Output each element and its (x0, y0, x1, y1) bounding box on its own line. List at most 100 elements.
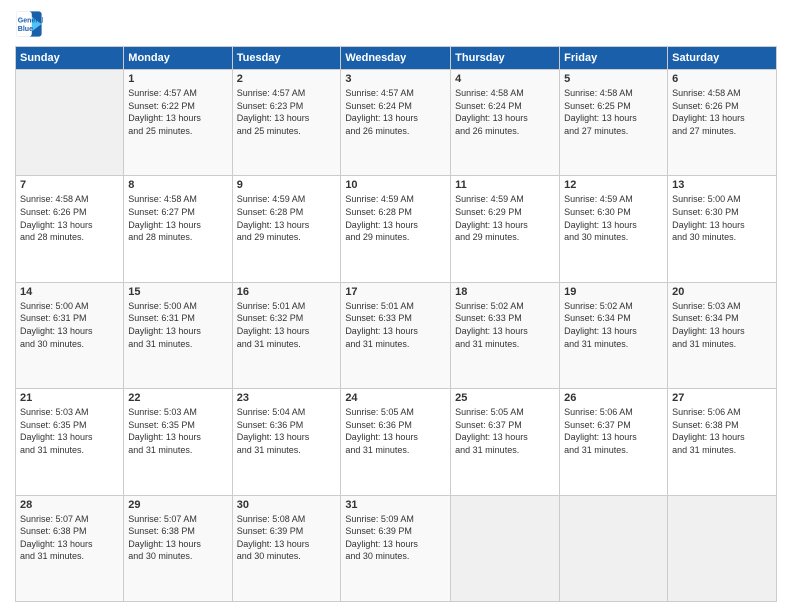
calendar-week-2: 7Sunrise: 4:58 AM Sunset: 6:26 PM Daylig… (16, 176, 777, 282)
col-header-sunday: Sunday (16, 47, 124, 70)
day-info: Sunrise: 4:57 AM Sunset: 6:24 PM Dayligh… (345, 87, 446, 137)
calendar-cell: 5 Sunrise: 4:58 AM Sunset: 6:25 PM Daylig… (560, 70, 668, 176)
day-number: 23 (237, 392, 337, 404)
calendar-cell (451, 495, 560, 601)
day-number: 28 (20, 499, 119, 511)
col-header-thursday: Thursday (451, 47, 560, 70)
calendar-header-row: SundayMondayTuesdayWednesdayThursdayFrid… (16, 47, 777, 70)
day-number: 7 (20, 179, 119, 191)
day-number: 27 (672, 392, 772, 404)
calendar-cell: 20Sunrise: 5:03 AM Sunset: 6:34 PM Dayli… (668, 282, 777, 388)
calendar-cell: 28 Sunrise: 5:07 AM Sunset: 6:38 PM Dayli… (16, 495, 124, 601)
col-header-monday: Monday (124, 47, 232, 70)
page: General Blue SundayMondayTuesdayWednesda… (0, 0, 792, 612)
day-number: 8 (128, 179, 227, 191)
day-number: 16 (237, 286, 337, 298)
calendar-cell (668, 495, 777, 601)
day-info: Sunrise: 4:58 AM Sunset: 6:27 PM Dayligh… (128, 193, 227, 243)
day-number: 15 (128, 286, 227, 298)
svg-text:General: General (18, 18, 43, 25)
calendar-cell: 10Sunrise: 4:59 AM Sunset: 6:28 PM Dayli… (341, 176, 451, 282)
calendar-cell: 12Sunrise: 4:59 AM Sunset: 6:30 PM Dayli… (560, 176, 668, 282)
day-info: Sunrise: 4:57 AM Sunset: 6:22 PM Dayligh… (128, 87, 227, 137)
day-number: 4 (455, 73, 555, 85)
day-number: 30 (237, 499, 337, 511)
calendar-cell: 15 Sunrise: 5:00 AM Sunset: 6:31 PM Dayli… (124, 282, 232, 388)
day-info: Sunrise: 5:00 AM Sunset: 6:31 PM Dayligh… (20, 300, 119, 350)
calendar-week-4: 21 Sunrise: 5:03 AM Sunset: 6:35 PM Dayli… (16, 389, 777, 495)
calendar-cell: 21 Sunrise: 5:03 AM Sunset: 6:35 PM Dayli… (16, 389, 124, 495)
day-info: Sunrise: 4:58 AM Sunset: 6:25 PM Dayligh… (564, 87, 663, 137)
day-number: 6 (672, 73, 772, 85)
calendar-cell: 7Sunrise: 4:58 AM Sunset: 6:26 PM Daylig… (16, 176, 124, 282)
day-info: Sunrise: 5:03 AM Sunset: 6:34 PM Dayligh… (672, 300, 772, 350)
day-info: Sunrise: 5:02 AM Sunset: 6:34 PM Dayligh… (564, 300, 663, 350)
calendar-cell: 4 Sunrise: 4:58 AM Sunset: 6:24 PM Daylig… (451, 70, 560, 176)
calendar-cell: 30 Sunrise: 5:08 AM Sunset: 6:39 PM Dayli… (232, 495, 341, 601)
day-number: 10 (345, 179, 446, 191)
calendar-cell (16, 70, 124, 176)
day-info: Sunrise: 5:06 AM Sunset: 6:37 PM Dayligh… (564, 406, 663, 456)
header: General Blue (15, 10, 777, 38)
day-info: Sunrise: 4:59 AM Sunset: 6:28 PM Dayligh… (237, 193, 337, 243)
day-info: Sunrise: 4:58 AM Sunset: 6:26 PM Dayligh… (672, 87, 772, 137)
logo: General Blue (15, 10, 47, 38)
calendar-cell: 1 Sunrise: 4:57 AM Sunset: 6:22 PM Daylig… (124, 70, 232, 176)
calendar-cell: 22Sunrise: 5:03 AM Sunset: 6:35 PM Dayli… (124, 389, 232, 495)
day-number: 24 (345, 392, 446, 404)
day-info: Sunrise: 5:02 AM Sunset: 6:33 PM Dayligh… (455, 300, 555, 350)
day-number: 14 (20, 286, 119, 298)
calendar-cell: 3 Sunrise: 4:57 AM Sunset: 6:24 PM Daylig… (341, 70, 451, 176)
day-info: Sunrise: 5:05 AM Sunset: 6:37 PM Dayligh… (455, 406, 555, 456)
day-info: Sunrise: 4:57 AM Sunset: 6:23 PM Dayligh… (237, 87, 337, 137)
day-info: Sunrise: 5:01 AM Sunset: 6:32 PM Dayligh… (237, 300, 337, 350)
calendar-cell: 29 Sunrise: 5:07 AM Sunset: 6:38 PM Dayli… (124, 495, 232, 601)
calendar-cell: 6 Sunrise: 4:58 AM Sunset: 6:26 PM Daylig… (668, 70, 777, 176)
calendar-cell: 17 Sunrise: 5:01 AM Sunset: 6:33 PM Dayli… (341, 282, 451, 388)
calendar-cell: 11 Sunrise: 4:59 AM Sunset: 6:29 PM Dayli… (451, 176, 560, 282)
day-number: 1 (128, 73, 227, 85)
calendar-cell: 18 Sunrise: 5:02 AM Sunset: 6:33 PM Dayli… (451, 282, 560, 388)
day-info: Sunrise: 5:07 AM Sunset: 6:38 PM Dayligh… (20, 513, 119, 563)
col-header-wednesday: Wednesday (341, 47, 451, 70)
day-number: 9 (237, 179, 337, 191)
day-number: 19 (564, 286, 663, 298)
logo-icon: General Blue (15, 10, 43, 38)
calendar-week-5: 28 Sunrise: 5:07 AM Sunset: 6:38 PM Dayli… (16, 495, 777, 601)
calendar-cell: 23 Sunrise: 5:04 AM Sunset: 6:36 PM Dayli… (232, 389, 341, 495)
calendar-cell: 9 Sunrise: 4:59 AM Sunset: 6:28 PM Daylig… (232, 176, 341, 282)
calendar-cell: 19 Sunrise: 5:02 AM Sunset: 6:34 PM Dayli… (560, 282, 668, 388)
day-info: Sunrise: 5:03 AM Sunset: 6:35 PM Dayligh… (128, 406, 227, 456)
day-info: Sunrise: 5:09 AM Sunset: 6:39 PM Dayligh… (345, 513, 446, 563)
day-number: 17 (345, 286, 446, 298)
day-info: Sunrise: 5:00 AM Sunset: 6:30 PM Dayligh… (672, 193, 772, 243)
day-number: 12 (564, 179, 663, 191)
col-header-saturday: Saturday (668, 47, 777, 70)
day-number: 2 (237, 73, 337, 85)
calendar-week-3: 14 Sunrise: 5:00 AM Sunset: 6:31 PM Dayli… (16, 282, 777, 388)
day-info: Sunrise: 5:07 AM Sunset: 6:38 PM Dayligh… (128, 513, 227, 563)
day-info: Sunrise: 5:08 AM Sunset: 6:39 PM Dayligh… (237, 513, 337, 563)
day-number: 25 (455, 392, 555, 404)
day-number: 21 (20, 392, 119, 404)
calendar-cell (560, 495, 668, 601)
day-info: Sunrise: 5:01 AM Sunset: 6:33 PM Dayligh… (345, 300, 446, 350)
day-info: Sunrise: 5:03 AM Sunset: 6:35 PM Dayligh… (20, 406, 119, 456)
day-number: 5 (564, 73, 663, 85)
svg-text:Blue: Blue (18, 26, 33, 33)
calendar-table: SundayMondayTuesdayWednesdayThursdayFrid… (15, 46, 777, 602)
day-info: Sunrise: 5:06 AM Sunset: 6:38 PM Dayligh… (672, 406, 772, 456)
day-info: Sunrise: 5:00 AM Sunset: 6:31 PM Dayligh… (128, 300, 227, 350)
day-number: 3 (345, 73, 446, 85)
calendar-cell: 16 Sunrise: 5:01 AM Sunset: 6:32 PM Dayli… (232, 282, 341, 388)
day-number: 13 (672, 179, 772, 191)
day-info: Sunrise: 4:59 AM Sunset: 6:29 PM Dayligh… (455, 193, 555, 243)
day-info: Sunrise: 5:05 AM Sunset: 6:36 PM Dayligh… (345, 406, 446, 456)
day-info: Sunrise: 4:58 AM Sunset: 6:24 PM Dayligh… (455, 87, 555, 137)
calendar-cell: 2 Sunrise: 4:57 AM Sunset: 6:23 PM Daylig… (232, 70, 341, 176)
day-number: 11 (455, 179, 555, 191)
day-number: 29 (128, 499, 227, 511)
day-number: 18 (455, 286, 555, 298)
day-info: Sunrise: 5:04 AM Sunset: 6:36 PM Dayligh… (237, 406, 337, 456)
calendar-cell: 27 Sunrise: 5:06 AM Sunset: 6:38 PM Dayli… (668, 389, 777, 495)
